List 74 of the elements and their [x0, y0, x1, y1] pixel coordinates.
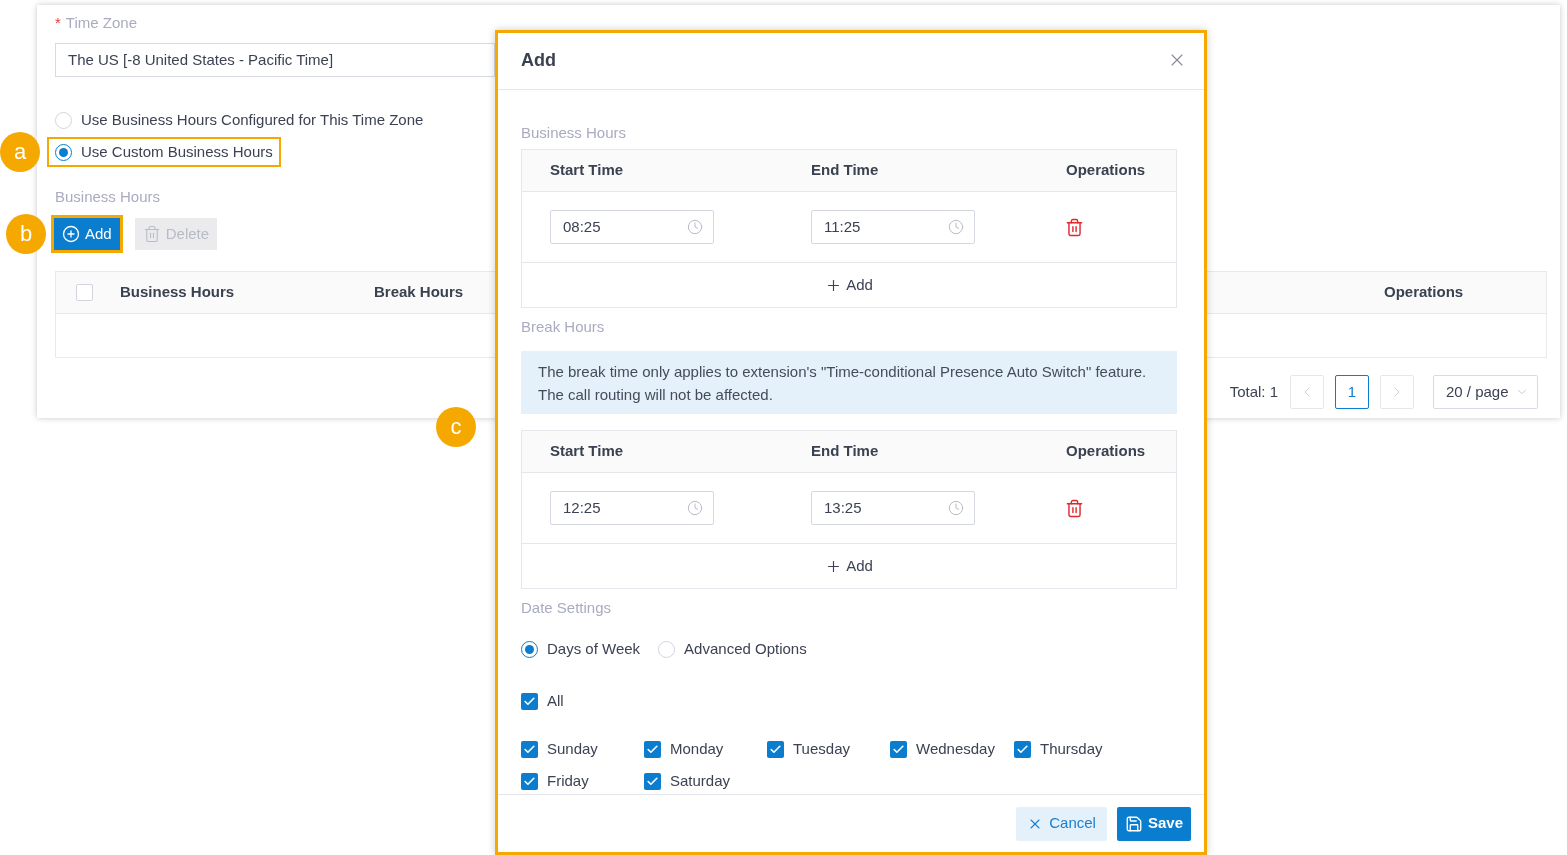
radio-label: Use Business Hours Configured for This Time Zone	[81, 110, 424, 130]
add-row-button[interactable]: Add	[825, 273, 873, 297]
checkbox-label: Friday	[547, 770, 589, 791]
check-icon	[892, 742, 905, 756]
column-header: Business Hours	[120, 283, 235, 301]
time-field[interactable]: 12:25	[550, 491, 714, 525]
section-label: Business Hours	[521, 123, 627, 143]
radio-label: Advanced Options	[684, 638, 807, 659]
plus-circle-icon	[62, 225, 80, 243]
checkbox[interactable]	[521, 692, 538, 710]
column-header: Operations	[1384, 283, 1464, 301]
radio-label: Days of Week	[547, 638, 641, 659]
checkbox-label: All	[547, 690, 564, 711]
info-notice: The break time only applies to extension's "Time-conditional Presence Auto Switch" feature. The call routing will not be affected.	[521, 351, 1177, 414]
total-count: Total: 1	[1229, 381, 1278, 402]
radio-button[interactable]	[55, 143, 72, 161]
cancel-button[interactable]: Cancel	[1016, 806, 1107, 841]
radio-label: Use Custom Business Hours	[81, 142, 273, 162]
section-label: Break Hours	[521, 317, 605, 337]
save-button[interactable]: Save	[1116, 806, 1191, 841]
checkbox-label: Wednesday	[916, 738, 995, 759]
checkbox[interactable]	[767, 740, 784, 758]
checkbox[interactable]	[644, 740, 661, 758]
check-icon	[523, 694, 536, 708]
check-icon	[646, 774, 659, 788]
field-label: Time Zone	[65, 12, 137, 33]
callout-badge: a	[0, 132, 40, 172]
column-header: End Time	[811, 442, 879, 460]
time-field[interactable]: 11:25	[811, 210, 975, 244]
delete-row-button[interactable]	[1065, 217, 1084, 237]
section-label: Date Settings	[521, 598, 612, 618]
page-button[interactable]: 1	[1335, 375, 1369, 409]
time-field[interactable]: 08:25	[550, 210, 714, 244]
check-icon	[523, 774, 536, 788]
dialog-title: Add	[521, 48, 556, 72]
add-button[interactable]: Add	[54, 218, 120, 250]
radio-button[interactable]	[521, 640, 538, 658]
column-header: Start Time	[550, 161, 624, 179]
time-field[interactable]: 13:25	[811, 491, 975, 525]
checkbox[interactable]	[890, 740, 907, 758]
column-header: Break Hours	[374, 283, 464, 301]
check-icon	[769, 742, 782, 756]
checkbox-label: Saturday	[670, 770, 731, 791]
time-zone-select[interactable]: The US [-8 United States - Pacific Time]	[55, 43, 495, 77]
checkbox[interactable]	[521, 740, 538, 758]
checkbox[interactable]	[644, 772, 661, 790]
section-label: Business Hours	[55, 187, 161, 207]
checkbox-label: Tuesday	[793, 738, 850, 759]
clock-icon	[948, 219, 964, 235]
trash-icon	[142, 225, 161, 243]
clock-icon	[948, 500, 964, 516]
trash-icon	[1065, 217, 1084, 237]
column-header: Start Time	[550, 442, 624, 460]
callout-badge: c	[436, 407, 476, 447]
column-header: Operations	[1066, 161, 1146, 179]
checkbox-label: Sunday	[547, 738, 598, 759]
checkbox[interactable]	[521, 772, 538, 790]
checkbox[interactable]	[1014, 740, 1031, 758]
checkbox-label: Monday	[670, 738, 724, 759]
column-header: Operations	[1066, 442, 1146, 460]
page-size-select[interactable]: 20 / page	[1433, 375, 1538, 409]
checkbox-label: Thursday	[1040, 738, 1103, 759]
add-row-button[interactable]: Add	[825, 554, 873, 578]
check-icon	[646, 742, 659, 756]
checkbox[interactable]	[76, 284, 93, 301]
trash-icon	[1065, 498, 1084, 518]
clock-icon	[687, 219, 703, 235]
check-icon	[1016, 742, 1029, 756]
callout-badge: b	[6, 214, 46, 254]
delete-row-button[interactable]	[1065, 498, 1084, 518]
clock-icon	[687, 500, 703, 516]
column-header: End Time	[811, 161, 879, 179]
required-mark: *	[55, 12, 61, 33]
check-icon	[523, 742, 536, 756]
